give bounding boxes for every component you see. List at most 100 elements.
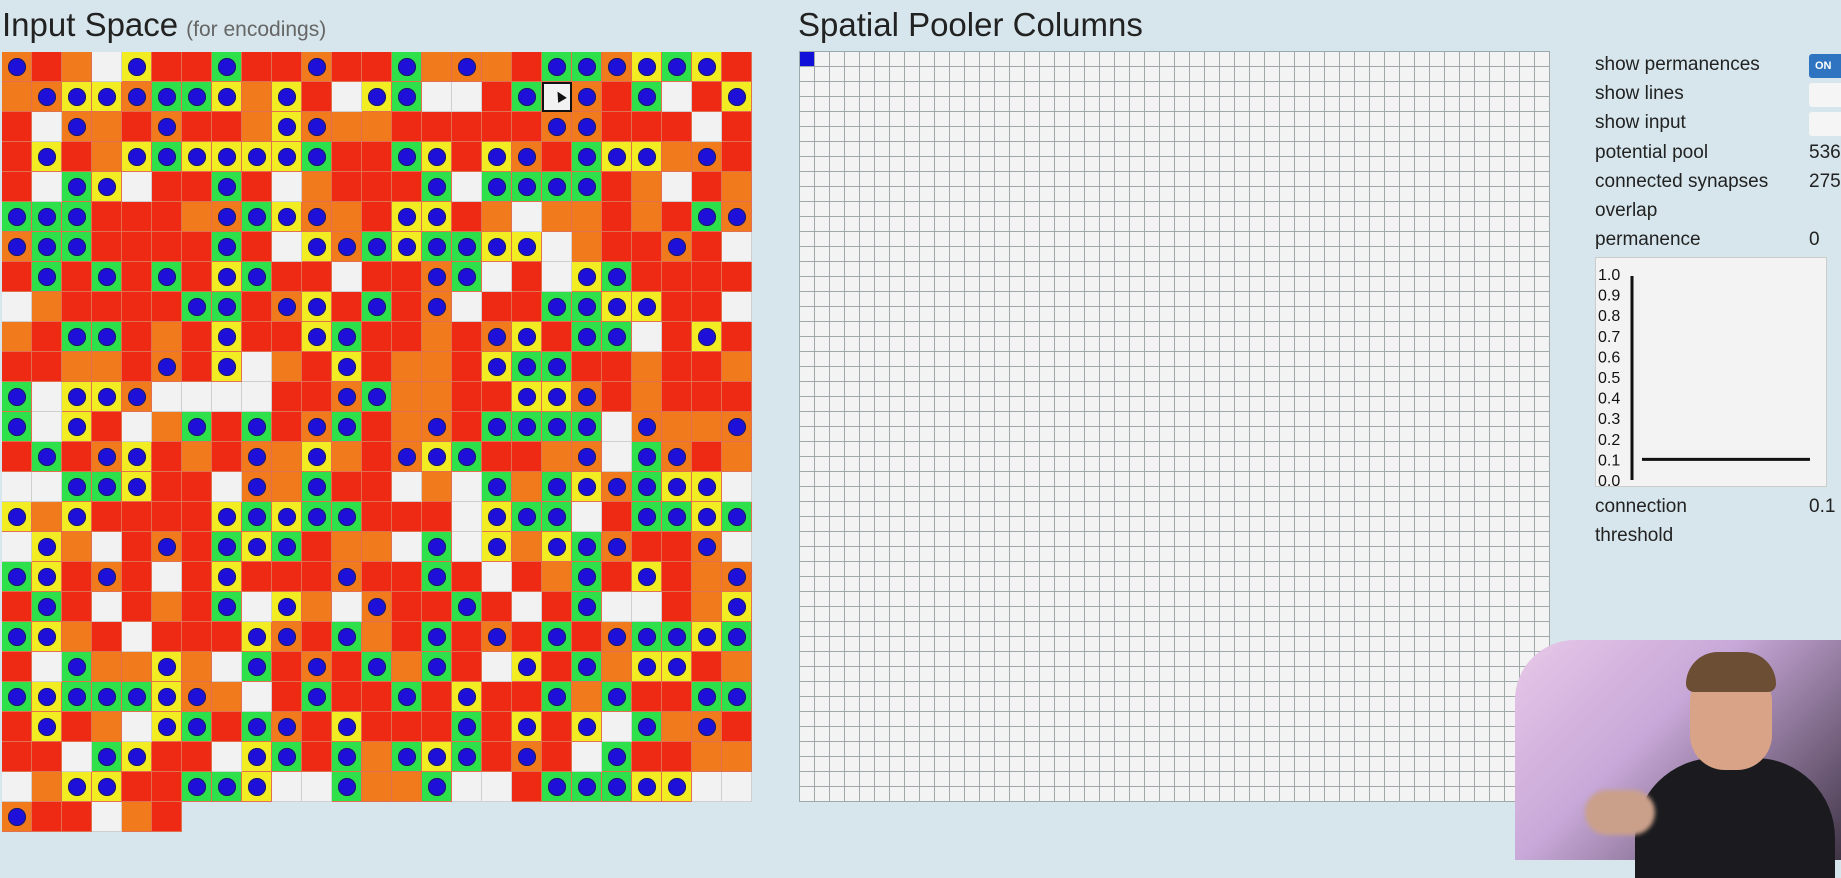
sp-column[interactable] — [1310, 667, 1325, 682]
active-sp-column[interactable] — [800, 52, 815, 67]
sp-column[interactable] — [1415, 607, 1430, 622]
sp-column[interactable] — [875, 637, 890, 652]
sp-column[interactable] — [935, 217, 950, 232]
sp-column[interactable] — [1100, 157, 1115, 172]
sp-column[interactable] — [830, 397, 845, 412]
input-bit-cell[interactable] — [602, 52, 632, 82]
sp-column[interactable] — [1055, 277, 1070, 292]
sp-column[interactable] — [830, 67, 845, 82]
sp-column[interactable] — [1340, 352, 1355, 367]
input-bit-cell[interactable] — [512, 52, 542, 82]
sp-column[interactable] — [965, 232, 980, 247]
input-bit-cell[interactable] — [272, 52, 302, 82]
sp-column[interactable] — [1040, 592, 1055, 607]
sp-column[interactable] — [800, 397, 815, 412]
sp-column[interactable] — [1160, 202, 1175, 217]
sp-column[interactable] — [1355, 142, 1370, 157]
sp-column[interactable] — [1145, 52, 1160, 67]
input-bit-cell[interactable] — [512, 472, 542, 502]
sp-column[interactable] — [1535, 172, 1550, 187]
sp-column[interactable] — [1370, 697, 1385, 712]
input-bit-cell[interactable] — [542, 142, 572, 172]
sp-column[interactable] — [1400, 607, 1415, 622]
input-bit-cell[interactable] — [392, 472, 422, 502]
input-bit-cell[interactable] — [662, 352, 692, 382]
sp-column[interactable] — [1340, 667, 1355, 682]
sp-column[interactable] — [845, 142, 860, 157]
sp-column[interactable] — [845, 682, 860, 697]
sp-column[interactable] — [860, 112, 875, 127]
input-bit-cell[interactable] — [692, 772, 722, 802]
input-bit-cell[interactable] — [392, 142, 422, 172]
input-bit-cell[interactable] — [392, 322, 422, 352]
sp-column[interactable] — [1160, 232, 1175, 247]
sp-column[interactable] — [1460, 547, 1475, 562]
sp-column[interactable] — [1415, 172, 1430, 187]
sp-column[interactable] — [830, 607, 845, 622]
input-bit-cell[interactable] — [572, 322, 602, 352]
sp-column[interactable] — [1355, 547, 1370, 562]
sp-column[interactable] — [935, 532, 950, 547]
sp-column[interactable] — [1295, 637, 1310, 652]
sp-column[interactable] — [1460, 637, 1475, 652]
input-bit-cell[interactable] — [662, 472, 692, 502]
sp-column[interactable] — [995, 487, 1010, 502]
sp-column[interactable] — [1385, 712, 1400, 727]
input-bit-cell[interactable] — [152, 232, 182, 262]
sp-column[interactable] — [1430, 247, 1445, 262]
sp-column[interactable] — [950, 127, 965, 142]
sp-column[interactable] — [815, 742, 830, 757]
sp-column[interactable] — [830, 667, 845, 682]
sp-column[interactable] — [1250, 607, 1265, 622]
input-bit-cell[interactable] — [62, 442, 92, 472]
sp-column[interactable] — [995, 337, 1010, 352]
sp-column[interactable] — [1100, 187, 1115, 202]
sp-column[interactable] — [950, 622, 965, 637]
sp-column[interactable] — [1055, 667, 1070, 682]
sp-column[interactable] — [1040, 412, 1055, 427]
input-bit-cell[interactable] — [632, 232, 662, 262]
sp-column[interactable] — [815, 517, 830, 532]
input-bit-cell[interactable] — [152, 502, 182, 532]
sp-column[interactable] — [980, 472, 995, 487]
sp-column[interactable] — [935, 427, 950, 442]
sp-column[interactable] — [905, 637, 920, 652]
sp-column[interactable] — [830, 127, 845, 142]
input-bit-cell[interactable] — [452, 52, 482, 82]
sp-column[interactable] — [1505, 52, 1520, 67]
sp-column[interactable] — [965, 427, 980, 442]
sp-column[interactable] — [1055, 772, 1070, 787]
sp-column[interactable] — [1430, 772, 1445, 787]
sp-column[interactable] — [1205, 622, 1220, 637]
sp-column[interactable] — [845, 397, 860, 412]
sp-column[interactable] — [1460, 202, 1475, 217]
input-bit-cell[interactable] — [212, 532, 242, 562]
sp-column[interactable] — [920, 262, 935, 277]
sp-column[interactable] — [1400, 367, 1415, 382]
sp-column[interactable] — [1100, 97, 1115, 112]
sp-column[interactable] — [965, 592, 980, 607]
sp-column[interactable] — [1280, 232, 1295, 247]
sp-column[interactable] — [1085, 607, 1100, 622]
sp-column[interactable] — [950, 562, 965, 577]
input-bit-cell[interactable] — [482, 772, 512, 802]
input-bit-cell[interactable] — [272, 412, 302, 442]
sp-column[interactable] — [830, 292, 845, 307]
sp-column[interactable] — [950, 412, 965, 427]
sp-column[interactable] — [1220, 232, 1235, 247]
sp-column[interactable] — [1295, 532, 1310, 547]
sp-column[interactable] — [1145, 262, 1160, 277]
sp-column[interactable] — [815, 142, 830, 157]
sp-column[interactable] — [1010, 232, 1025, 247]
sp-column[interactable] — [1010, 667, 1025, 682]
sp-column[interactable] — [1430, 712, 1445, 727]
sp-column[interactable] — [1310, 337, 1325, 352]
sp-column[interactable] — [890, 157, 905, 172]
sp-column[interactable] — [935, 262, 950, 277]
sp-column[interactable] — [875, 487, 890, 502]
sp-column[interactable] — [1325, 787, 1340, 802]
sp-column[interactable] — [1535, 217, 1550, 232]
input-bit-cell[interactable] — [182, 112, 212, 142]
sp-column[interactable] — [1460, 112, 1475, 127]
input-bit-cell[interactable] — [662, 742, 692, 772]
